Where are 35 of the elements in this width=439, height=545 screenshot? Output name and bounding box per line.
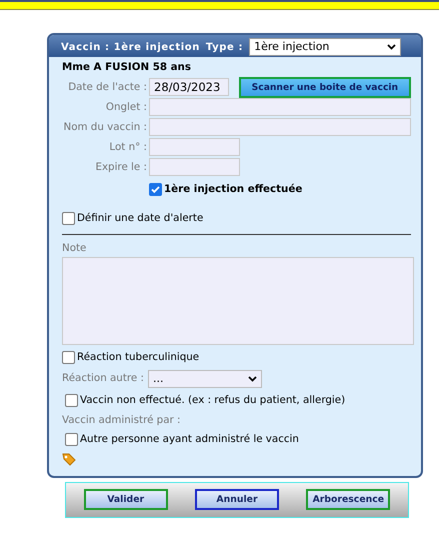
dropdown-caret-icon — [387, 44, 396, 50]
tag-icon[interactable] — [62, 453, 76, 466]
checkbox-label: Réaction tuberculinique — [77, 350, 200, 366]
input-field[interactable] — [149, 98, 411, 116]
dropdown-caret-icon — [248, 376, 257, 382]
checkbox-label: Définir une date d'alerte — [77, 210, 204, 226]
checkbox-label: 1ère injection effectuée — [164, 182, 302, 197]
field-label: Date de l'acte : — [67, 80, 148, 95]
field-label: Onglet : — [104, 100, 148, 115]
input-field[interactable] — [149, 118, 411, 136]
action-button[interactable]: Arborescence — [306, 489, 390, 510]
checkbox-label: Autre personne ayant administré le vaccin — [80, 432, 299, 447]
reaction-select[interactable]: ... — [148, 370, 262, 388]
checkbox-label: Vaccin non effectué. (ex : refus du patient, allergie) — [80, 393, 346, 408]
action-button[interactable]: Valider — [84, 489, 168, 510]
checkbox[interactable] — [62, 351, 75, 364]
checkbox[interactable] — [149, 182, 162, 196]
section-label: Vaccin administré par : — [62, 412, 182, 428]
type-select[interactable]: 1ère injection — [249, 38, 402, 56]
input-field[interactable] — [149, 138, 240, 156]
date-field[interactable]: 28/03/2023 — [149, 78, 229, 96]
field-label: Lot n° : — [108, 140, 148, 155]
checkbox[interactable] — [62, 212, 75, 225]
field-label: Réaction autre : — [62, 371, 144, 386]
checkbox[interactable] — [65, 432, 78, 446]
input-field[interactable] — [149, 158, 240, 176]
type-label: Type : — [206, 40, 244, 54]
note-label: Note — [62, 241, 88, 256]
patient-name: Mme A FUSION 58 ans — [62, 60, 192, 75]
action-button[interactable]: Annuler — [194, 489, 279, 510]
field-label: Nom du vaccin : — [62, 120, 148, 135]
dialog-title: Vaccin : 1ère injection — [61, 40, 200, 54]
field-label: Expire le : — [94, 160, 148, 175]
scan-button[interactable]: Scanner une boite de vaccin — [238, 76, 411, 98]
checkbox[interactable] — [65, 394, 78, 408]
